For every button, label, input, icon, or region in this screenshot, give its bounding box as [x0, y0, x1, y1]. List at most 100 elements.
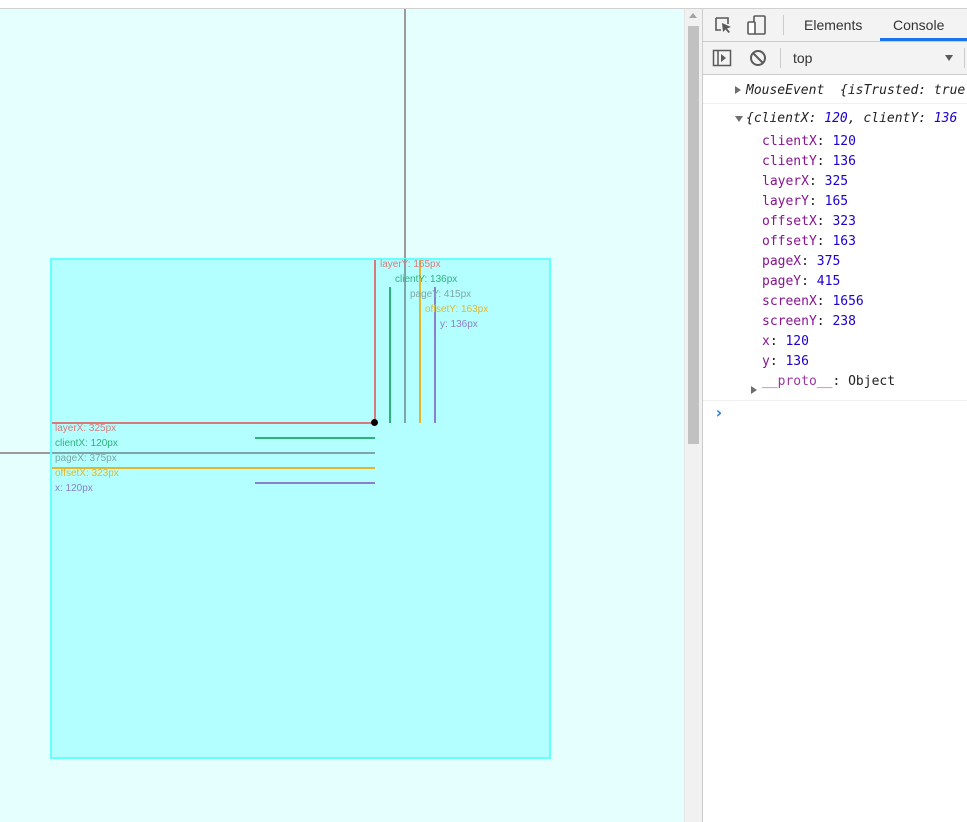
console-log-row[interactable]: MouseEvent {isTrusted: true	[703, 75, 967, 104]
devtools-tab-bar: Elements Console	[703, 9, 967, 42]
property-colon: :	[769, 354, 786, 369]
layery-line	[374, 260, 376, 423]
clienty-line	[389, 287, 391, 423]
x-label: x: 120px	[55, 483, 93, 494]
page-viewport[interactable]: layerX: 325px clientX: 120px pageX: 375p…	[0, 9, 684, 822]
object-property-row[interactable]: screenY: 238	[762, 314, 856, 329]
console-output[interactable]: MouseEvent {isTrusted: true {clientX: 12…	[703, 75, 967, 822]
property-key: layerX	[762, 174, 809, 189]
tab-divider	[783, 15, 784, 35]
property-value: 238	[832, 314, 856, 329]
object-preview-prefix: {clientX:	[746, 111, 825, 126]
object-property-row[interactable]: layerY: 165	[762, 194, 848, 209]
page-vertical-guide	[404, 9, 406, 259]
collapse-triangle-icon[interactable]	[735, 113, 746, 128]
expand-triangle-icon[interactable]	[735, 84, 745, 99]
object-preview-clientx: 120	[824, 111, 848, 126]
property-value: 323	[832, 214, 856, 229]
property-value: 415	[816, 274, 841, 289]
property-value: 165	[824, 194, 849, 209]
object-property-row[interactable]: pageY: 415	[762, 274, 840, 289]
y-label: y: 136px	[440, 319, 478, 330]
layerx-label: layerX: 325px	[55, 423, 117, 434]
proto-colon: :	[832, 374, 849, 389]
property-colon: :	[816, 294, 833, 309]
proto-row[interactable]: __proto__: Object	[762, 374, 895, 389]
object-preview-mid: , clientY:	[847, 111, 934, 126]
page-horizontal-guide	[0, 452, 52, 454]
pagex-label: pageX: 375px	[55, 453, 117, 464]
property-colon: :	[769, 334, 786, 349]
object-property-row[interactable]: y: 136	[762, 354, 809, 369]
mouseevent-preview: {isTrusted: true	[840, 83, 965, 98]
active-tab-indicator	[880, 38, 967, 41]
mouseevent-preview-text: {isTrusted: true	[840, 83, 966, 98]
object-property-row[interactable]: layerX: 325	[762, 174, 848, 189]
object-property-row[interactable]: offsetY: 163	[762, 234, 856, 249]
clientx-label: clientX: 120px	[55, 438, 118, 449]
property-colon: :	[816, 314, 833, 329]
property-value: 120	[785, 334, 809, 349]
x-line	[255, 482, 375, 484]
property-key: layerY	[762, 194, 809, 209]
property-key: offsetX	[762, 214, 817, 229]
property-value: 375	[816, 254, 841, 269]
offsetx-label: offsetX: 323px	[55, 468, 119, 479]
property-key: clientX	[762, 134, 817, 149]
object-property-row[interactable]: x: 120	[762, 334, 809, 349]
property-value: 120	[832, 134, 856, 149]
property-colon: :	[808, 174, 825, 189]
mouseevent-class-name: MouseEvent	[746, 83, 825, 98]
devtools-panel: Elements Console top MouseEvent {isTrust…	[702, 9, 967, 822]
device-toggle-icon[interactable]	[745, 14, 767, 36]
context-selector[interactable]: top	[793, 50, 812, 66]
console-object-row[interactable]: {clientX: 120, clientY: 136 clientX: 120…	[703, 104, 967, 401]
property-key: clientY	[762, 154, 817, 169]
clientx-line	[255, 437, 375, 439]
target-box[interactable]	[50, 258, 551, 759]
page-scrollbar[interactable]	[684, 9, 702, 822]
property-key: pageX	[762, 254, 802, 269]
scroll-up-arrow-icon[interactable]	[689, 13, 697, 18]
property-colon: :	[816, 234, 833, 249]
clear-console-icon[interactable]	[749, 49, 767, 67]
property-key: screenY	[762, 314, 817, 329]
object-property-row[interactable]: clientY: 136	[762, 154, 856, 169]
property-colon: :	[816, 154, 833, 169]
object-property-row[interactable]: screenX: 1656	[762, 294, 864, 309]
property-value: 1656	[832, 294, 864, 309]
scrollbar-thumb[interactable]	[688, 26, 699, 444]
property-value: 325	[824, 174, 849, 189]
inspect-element-icon[interactable]	[713, 15, 733, 35]
click-point	[371, 419, 378, 426]
property-colon: :	[801, 254, 817, 269]
tab-elements[interactable]: Elements	[804, 17, 862, 33]
toolbar-divider	[780, 48, 781, 68]
property-colon: :	[816, 214, 833, 229]
proto-expand-icon[interactable]	[751, 384, 761, 399]
object-property-row[interactable]: pageX: 375	[762, 254, 840, 269]
toolbar-divider-right	[964, 48, 965, 68]
property-value: 163	[832, 234, 856, 249]
offsety-label: offsetY: 163px	[425, 304, 489, 315]
pagey-label: pageY: 415px	[410, 289, 472, 300]
proto-value: Object	[848, 374, 896, 389]
property-key: screenX	[762, 294, 817, 309]
sidebar-toggle-icon[interactable]	[712, 48, 732, 68]
dropdown-arrow-icon[interactable]	[945, 55, 953, 61]
property-value: 136	[832, 154, 856, 169]
object-property-row[interactable]: offsetX: 323	[762, 214, 856, 229]
property-value: 136	[785, 354, 809, 369]
property-key: offsetY	[762, 234, 817, 249]
property-key: x	[762, 334, 770, 349]
layery-label: layerY: 165px	[380, 259, 441, 270]
console-toolbar: top	[703, 42, 967, 75]
object-property-row[interactable]: clientX: 120	[762, 134, 856, 149]
property-colon: :	[816, 134, 833, 149]
property-key: pageY	[762, 274, 802, 289]
tab-console[interactable]: Console	[893, 17, 944, 33]
console-prompt-icon[interactable]: ›	[714, 403, 724, 422]
browser-top-strip	[0, 0, 967, 9]
proto-key: __proto__	[762, 374, 833, 389]
property-key: y	[762, 354, 770, 369]
